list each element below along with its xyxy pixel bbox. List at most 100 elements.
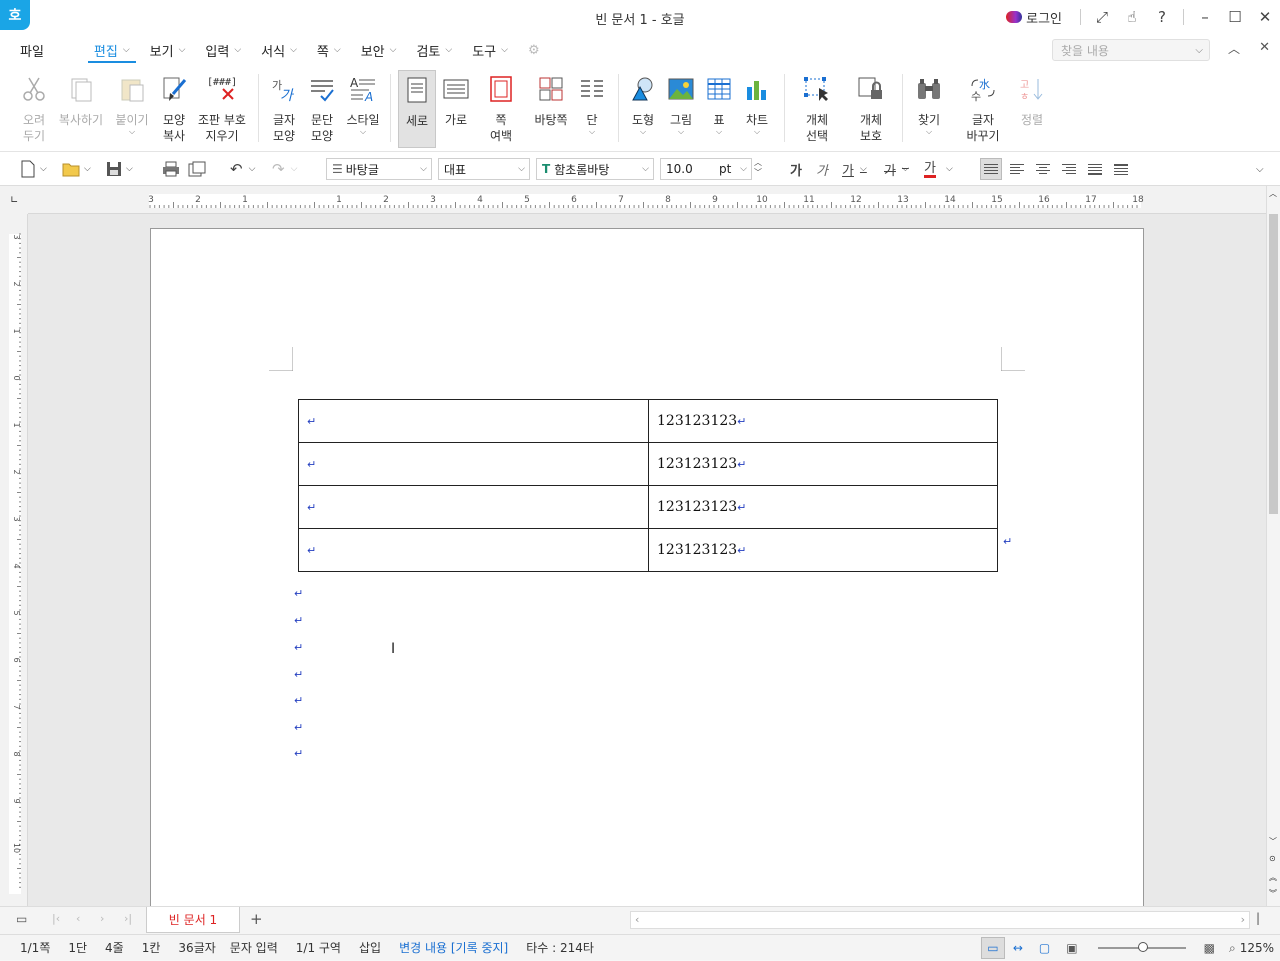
menu-security[interactable]: 보안 ⌵ (351, 34, 407, 66)
table-cell[interactable]: ↵ (298, 442, 649, 486)
scroll-thumb[interactable] (1269, 214, 1278, 514)
font-color-button[interactable]: 가 (924, 158, 936, 178)
zoom-box-icon[interactable]: ▩ (1204, 941, 1215, 955)
bold-button[interactable]: 가 (790, 158, 802, 180)
portrait-button[interactable]: 세로 (398, 70, 436, 148)
new-doc-button[interactable]: ⌵ (20, 158, 47, 180)
status-section[interactable]: 1/1 구역 (296, 939, 341, 956)
table-cell[interactable]: 123123123↵ (648, 399, 998, 443)
chevron-down-icon[interactable]: ⌵ (518, 164, 525, 174)
vertical-ruler[interactable]: 3 2 1 0 1 2 3 4 5 6 7 8 9 10 (0, 214, 28, 906)
font-color-dropdown[interactable]: ⌵ (946, 158, 953, 180)
master-page-button[interactable]: 바탕쪽 (530, 70, 572, 148)
justify-button[interactable] (980, 158, 1002, 180)
status-page[interactable]: 1/1쪽 (20, 939, 50, 956)
maximize-button[interactable]: ☐ (1220, 0, 1250, 34)
close-doc-icon[interactable]: ✕ (1259, 40, 1270, 55)
split-handle-icon[interactable]: | (1256, 911, 1260, 925)
menu-review[interactable]: 검토 ⌵ (406, 34, 462, 66)
tab-document[interactable]: 빈 문서 1 (146, 907, 240, 933)
align-left-button[interactable] (1006, 158, 1028, 180)
table-button[interactable]: 표 ⌵ (702, 70, 736, 148)
prev-tab-icon[interactable]: ‹ (76, 912, 80, 925)
replace-button[interactable]: 水수 글자 바꾸기 (958, 70, 1008, 148)
table-cell[interactable]: ↵ (298, 399, 649, 443)
table-cell[interactable]: ↵ (298, 485, 649, 529)
fit-width-icon[interactable]: ↔ (1013, 941, 1023, 955)
picture-button[interactable]: 그림 ⌵ (664, 70, 698, 148)
menu-input[interactable]: 입력 ⌵ (195, 34, 251, 66)
status-insert[interactable]: 삽입 (359, 939, 381, 956)
format-copy-button[interactable]: 모양 복사 (156, 70, 192, 148)
plugin-icon[interactable]: ⚙ (518, 34, 550, 66)
chevron-down-icon[interactable]: ⌵ (84, 164, 91, 174)
add-tab-button[interactable]: + (250, 910, 263, 928)
menu-view[interactable]: 보기 ⌵ (140, 34, 196, 66)
menu-format[interactable]: 서식 ⌵ (251, 34, 307, 66)
divide-button[interactable] (1110, 158, 1132, 180)
chevron-down-icon[interactable]: ﹀ (754, 168, 762, 178)
para-shape-button[interactable]: 문단 모양 (304, 70, 340, 148)
page-view-icon[interactable]: ▭ (980, 937, 1005, 959)
ruler-corner[interactable]: ∟ (0, 186, 28, 214)
chevron-down-icon[interactable]: ⌵ (249, 164, 256, 174)
scroll-down-icon[interactable]: ﹀ (1269, 836, 1277, 847)
table-cell[interactable]: ↵ (298, 528, 649, 572)
paste-button[interactable]: 붙이기 ⌵ (110, 70, 154, 148)
last-tab-icon[interactable]: ›| (124, 912, 132, 925)
print-preview-button[interactable] (188, 158, 206, 180)
menu-file[interactable]: 파일 (0, 34, 64, 66)
clear-markup-button[interactable]: [###] 조판 부호 지우기 (194, 70, 250, 148)
char-shape-button[interactable]: 가가 글자 모양 (266, 70, 302, 148)
undo-button[interactable]: ↶ ⌵ (230, 158, 255, 180)
strikethrough-button[interactable]: 가 ⌵ (884, 158, 909, 180)
find-button[interactable]: 찾기 ⌵ (910, 70, 948, 148)
copy-button[interactable]: 복사하기 (56, 70, 106, 148)
page-up-icon[interactable]: ︽ (1269, 872, 1277, 883)
zoom-search-icon[interactable]: ⌕ (1229, 941, 1236, 956)
status-track-changes[interactable]: 변경 내용 [기록 중지] (399, 939, 508, 956)
page-down-icon[interactable]: ︾ (1269, 888, 1277, 899)
vertical-scrollbar[interactable]: ︿ ﹀ ⊙ ︽ ︾ (1266, 186, 1280, 906)
close-button[interactable]: ✕ (1250, 0, 1280, 34)
page-margin-button[interactable]: 쪽 여백 (480, 70, 522, 148)
collapse-ribbon-icon[interactable]: ︿ (1228, 40, 1240, 57)
chevron-down-icon[interactable]: ⌵ (902, 164, 909, 174)
toolbar-expand-icon[interactable]: ⌵ (1256, 158, 1264, 180)
bookmark-icon[interactable]: ▭ (16, 912, 27, 926)
language-select[interactable]: 대표 ⌵ (438, 158, 530, 180)
style-select[interactable]: ☰ 바탕글 ⌵ (326, 158, 432, 180)
scroll-left-icon[interactable]: ‹ (635, 913, 639, 926)
minimize-button[interactable]: – (1190, 0, 1220, 34)
cut-button[interactable]: 오려 두기 (14, 70, 54, 148)
align-center-button[interactable] (1032, 158, 1054, 180)
chevron-down-icon[interactable]: ⌵ (126, 164, 133, 174)
column-button[interactable]: 단 ⌵ (576, 70, 608, 148)
next-tab-icon[interactable]: › (100, 912, 104, 925)
scroll-right-icon[interactable]: › (1241, 913, 1245, 926)
menu-tools[interactable]: 도구 ⌵ (462, 34, 518, 66)
align-right-button[interactable] (1058, 158, 1080, 180)
chevron-down-icon[interactable]: ⌵ (1195, 45, 1203, 56)
chevron-down-icon[interactable]: ⌵ (40, 164, 47, 174)
redo-button[interactable]: ↷ ⌵ (272, 158, 297, 180)
menu-page[interactable]: 쪽 ⌵ (307, 34, 351, 66)
distribute-button[interactable] (1084, 158, 1106, 180)
expand-icon[interactable]: ⤢ (1087, 0, 1117, 34)
document-table[interactable]: ↵ 123123123↵ ↵ 123123123↵ ↵ 123123123↵ ↵… (298, 399, 998, 572)
help-icon[interactable]: ? (1147, 0, 1177, 34)
first-tab-icon[interactable]: |‹ (52, 912, 60, 925)
menu-edit[interactable]: 편집 ⌵ (84, 34, 140, 66)
chevron-down-icon[interactable]: ⌵ (642, 164, 649, 174)
font-size-input[interactable]: 10.0 pt ⌵ (660, 158, 752, 180)
horizontal-scrollbar[interactable]: ‹ › (630, 911, 1250, 929)
font-size-stepper[interactable]: ︿ ﹀ (754, 158, 762, 180)
open-button[interactable]: ⌵ (62, 158, 91, 180)
save-button[interactable]: ⌵ (106, 158, 133, 180)
table-cell[interactable]: 123123123↵ (648, 485, 998, 529)
sort-button[interactable]: 고ㅎ 정렬 (1014, 70, 1050, 148)
app-logo[interactable]: 호 (0, 0, 30, 30)
search-input[interactable]: 찾을 내용 ⌵ (1052, 39, 1210, 61)
table-cell[interactable]: 123123123↵ (648, 528, 998, 572)
chevron-down-icon[interactable]: ⌵ (291, 164, 298, 174)
